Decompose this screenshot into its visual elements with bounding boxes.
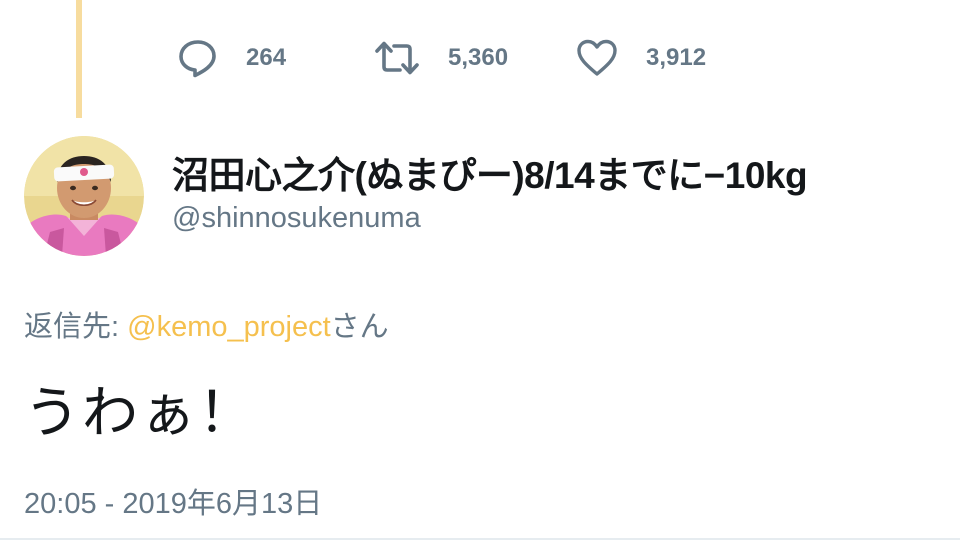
tweet-timestamp[interactable]: 20:05 - 2019年6月13日: [24, 480, 322, 522]
reply-count: 264: [246, 44, 287, 71]
display-name[interactable]: 沼田心之介(ぬまぴー)8/14までに−10kg: [172, 145, 808, 199]
retweet-icon: [374, 38, 420, 78]
mention-link[interactable]: @kemo_project: [127, 311, 331, 343]
tweet-page: 264 5,360 3,912 沼田心之介(ぬまぴー)8/14までに−10kg …: [0, 0, 960, 540]
reply-icon: [178, 38, 218, 78]
reply-context: 返信先: @kemo_projectさん: [24, 303, 389, 345]
thread-line: [76, 0, 82, 118]
reply-to-label: 返信先:: [24, 311, 128, 343]
reply-button[interactable]: 264: [178, 38, 374, 78]
tweet-text: うわぁ！: [24, 381, 256, 446]
avatar[interactable]: [24, 136, 144, 256]
retweet-button[interactable]: 5,360: [374, 38, 576, 78]
retweet-count: 5,360: [448, 44, 509, 71]
tweet-actions: 264 5,360 3,912: [178, 34, 706, 82]
like-button[interactable]: 3,912: [576, 38, 706, 78]
like-count: 3,912: [646, 44, 707, 71]
user-handle[interactable]: @shinnosukenuma: [172, 202, 421, 235]
heart-icon: [576, 38, 618, 78]
reply-to-suffix: さん: [330, 311, 389, 343]
